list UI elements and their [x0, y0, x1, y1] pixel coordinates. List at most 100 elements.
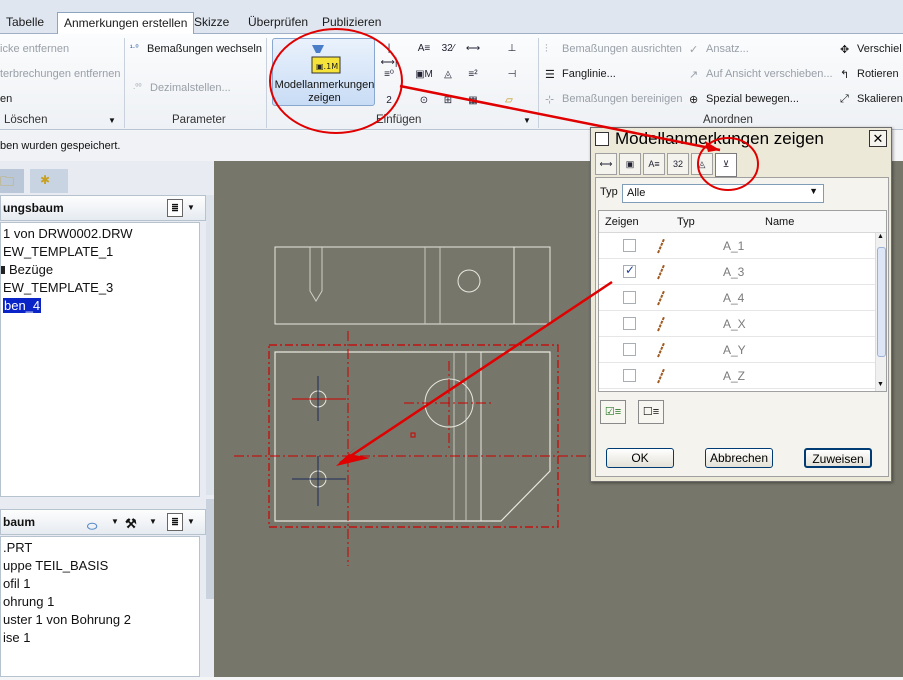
label: Bemaßungen bereinigen	[562, 93, 683, 105]
tab-surface-finish[interactable]: 32	[667, 153, 689, 175]
datum-feature-icon[interactable]: ▣M	[415, 68, 433, 82]
model-annotations-icon: ▣.1M	[311, 45, 341, 74]
datum-target-icon[interactable]: ◬	[439, 68, 457, 82]
tree-item-selected[interactable]: ben_4	[3, 298, 42, 313]
dropdown-arrow-icon[interactable]: ▼	[111, 510, 119, 534]
dezimalstellen-button[interactable]: .⁰⁰ Dezimalstellen...	[133, 82, 231, 94]
thread-hole	[309, 247, 323, 302]
group-separator	[124, 38, 125, 128]
tab-skizze[interactable]: Skizze	[188, 12, 235, 34]
ordinate-dimension-icon[interactable]: ⟷	[464, 42, 482, 56]
tree-options-icon[interactable]: ≣	[167, 199, 183, 217]
surface-finish-icon[interactable]: 32⁄	[439, 42, 457, 56]
tab-symbols[interactable]: ◬	[691, 153, 713, 175]
favorites-tab[interactable]: ✱	[30, 169, 68, 193]
tab-ueberpruefen[interactable]: Überprüfen	[242, 12, 314, 34]
dropdown-arrow-icon[interactable]: ▼	[187, 196, 195, 220]
tree-item[interactable]: uster 1 von Bohrung 2	[3, 612, 131, 627]
balloon-icon[interactable]: ⊙	[415, 94, 433, 108]
tree-item[interactable]: EW_TEMPLATE_1	[3, 244, 113, 259]
dropdown-arrow-icon[interactable]: ▼	[149, 510, 157, 534]
ribbon-item[interactable]: terbrechungen entfernen	[0, 68, 120, 80]
move-special-icon: ⊕	[689, 94, 699, 107]
ordinate-icon[interactable]: ≡⁰	[380, 68, 398, 82]
folder-tab[interactable]: 🗀	[0, 169, 24, 193]
typ-select[interactable]: Alle ▼	[622, 184, 824, 203]
tree-options-icon[interactable]: ≣	[167, 513, 183, 531]
table-row[interactable]: A_Z	[599, 363, 886, 389]
tree-item[interactable]: EW_TEMPLATE_3	[3, 280, 113, 295]
zeigen-checkbox[interactable]	[623, 239, 636, 252]
dropdown-arrow-icon[interactable]: ▼	[187, 510, 195, 534]
fanglinie-button[interactable]: ☰ Fanglinie...	[545, 68, 616, 81]
tab-anmerkungen-erstellen[interactable]: Anmerkungen erstellen	[57, 12, 195, 35]
spezial-bewegen-button[interactable]: ⊕ Spezial bewegen...	[689, 93, 799, 107]
ok-button[interactable]: OK	[606, 448, 674, 468]
tree-item[interactable]: .PRT	[3, 540, 32, 555]
tab-datums[interactable]: ⊻	[715, 153, 737, 177]
tree-item[interactable]: ohrung 1	[3, 594, 54, 609]
tree-item[interactable]: 1 von DRW0002.DRW	[3, 226, 133, 241]
apply-button[interactable]: Zuweisen	[804, 448, 872, 468]
ribbon-item[interactable]: icke entfernen	[0, 43, 69, 55]
display-icon[interactable]: ⬭	[87, 514, 97, 538]
auf-ansicht-verschieben-button[interactable]: ↗ Auf Ansicht verschieben...	[689, 68, 833, 81]
tools-icon[interactable]: ⚒	[125, 512, 137, 536]
tree-header-2: baum ⬭ ▼ ⚒ ▼ ≣ ▼	[0, 509, 206, 535]
zeigen-checkbox[interactable]	[623, 263, 636, 278]
tree-item[interactable]: uppe TEIL_BASIS	[3, 558, 108, 573]
tolerance-icon[interactable]: ≡²	[464, 68, 482, 82]
splitter[interactable]	[206, 499, 214, 599]
close-icon[interactable]: ✕	[869, 130, 887, 147]
skalieren-button[interactable]: ⤢ Skalieren	[840, 93, 903, 105]
dimension-icon[interactable]: |⟷|	[380, 42, 398, 68]
verschieben-button[interactable]: ✥ Verschiel	[840, 43, 902, 56]
vertical-scrollbar[interactable]: ▲ ▼	[875, 233, 886, 391]
scroll-up-icon[interactable]: ▲	[877, 233, 884, 240]
tab-notes[interactable]: A≡	[643, 153, 665, 175]
note-icon[interactable]: A≡	[415, 42, 433, 56]
ansatz-button[interactable]: ✓ Ansatz...	[689, 43, 749, 56]
tab-publizieren[interactable]: Publizieren	[316, 12, 387, 34]
rotieren-button[interactable]: ↰ Rotieren	[840, 68, 899, 81]
table-row[interactable]: A_3	[599, 259, 886, 285]
table-icon[interactable]: ▦	[464, 94, 482, 108]
scroll-thumb[interactable]	[877, 247, 886, 357]
annotation-name: A_Y	[723, 343, 746, 357]
select-all-icon[interactable]: ☑≡	[600, 400, 626, 424]
modellanmerkungen-zeigen-button[interactable]: ▣.1M Modellanmerkungen zeigen	[272, 38, 375, 106]
table-row[interactable]: A_Y	[599, 337, 886, 363]
table-row[interactable]: A_1	[599, 233, 886, 259]
symbol-icon[interactable]: 2	[380, 94, 398, 108]
dialog-titlebar[interactable]: Modellanmerkungen zeigen ✕	[591, 128, 891, 150]
ribbon-item[interactable]: en	[0, 93, 12, 105]
zeigen-checkbox[interactable]	[623, 291, 636, 304]
tree-item[interactable]: ofil 1	[3, 576, 30, 591]
bemassungen-wechseln-button[interactable]: ¹·⁰ Bemaßungen wechseln	[130, 43, 262, 55]
parallelogram-icon[interactable]: ▱	[500, 94, 518, 108]
bemassungen-bereinigen-button[interactable]: ⊹ Bemaßungen bereinigen	[545, 93, 683, 106]
splitter[interactable]	[206, 195, 214, 495]
table-row[interactable]: A_X	[599, 311, 886, 337]
tree-header-1: ungsbaum ≣ ▼	[0, 195, 206, 221]
tree-item[interactable]: Bezüge	[1, 262, 53, 277]
zeigen-checkbox[interactable]	[623, 343, 636, 356]
tab-dimensions[interactable]: ⟷	[595, 153, 617, 175]
bemassungen-ausrichten-button[interactable]: ⫶ Bemaßungen ausrichten	[545, 43, 682, 55]
group-label-parameter: Parameter	[172, 114, 226, 126]
deselect-all-icon[interactable]: ☐≡	[638, 400, 664, 424]
leader-icon[interactable]: ⊥	[503, 42, 521, 56]
cancel-button[interactable]: Abbrechen	[705, 448, 773, 468]
tab-gtol[interactable]: ▣	[619, 153, 641, 175]
group-expand-icon[interactable]: ▼	[523, 116, 531, 125]
zeigen-checkbox[interactable]	[623, 369, 636, 382]
scroll-down-icon[interactable]: ▼	[877, 381, 884, 388]
label: Ansatz...	[706, 43, 749, 55]
geom-tolerance-icon[interactable]: ⊣	[503, 68, 521, 82]
tree-item[interactable]: ise 1	[3, 630, 30, 645]
group-expand-icon[interactable]: ▼	[108, 116, 116, 125]
zeigen-checkbox[interactable]	[623, 317, 636, 330]
table-row[interactable]: A_4	[599, 285, 886, 311]
cross-section-icon[interactable]: ⊞	[439, 94, 457, 108]
tab-tabelle[interactable]: Tabelle	[0, 12, 50, 34]
